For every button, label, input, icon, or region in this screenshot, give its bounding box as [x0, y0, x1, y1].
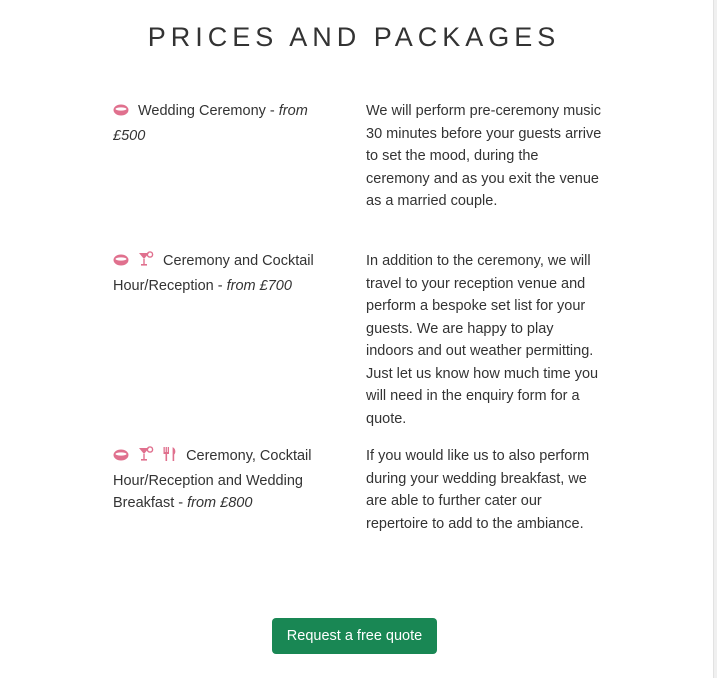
ring-icon	[113, 447, 129, 470]
ring-icon	[113, 102, 129, 125]
package-price: from £700	[226, 277, 292, 294]
ring-icon	[113, 252, 129, 275]
cocktail-icon	[138, 446, 154, 470]
cocktail-icon	[138, 251, 154, 275]
request-quote-button[interactable]: Request a free quote	[272, 618, 437, 654]
package-icons	[113, 446, 177, 470]
utensils-icon	[163, 446, 177, 470]
package-price: from £800	[187, 495, 253, 512]
scrollbar-track[interactable]	[713, 0, 717, 678]
package-title: Ceremony, Cocktail Hour/Reception and We…	[113, 445, 338, 515]
package-title: Wedding Ceremony - from £500	[113, 100, 338, 147]
package-title: Ceremony and Cocktail Hour/Reception - f…	[113, 250, 338, 297]
package-icons	[113, 102, 129, 125]
page-title: PRICES AND PACKAGES	[147, 22, 561, 52]
package-description: We will perform pre-ceremony music 30 mi…	[366, 103, 602, 209]
package-icons	[113, 251, 154, 275]
package-name: Wedding Ceremony -	[138, 103, 279, 119]
package-description: In addition to the ceremony, we will tra…	[366, 253, 599, 427]
package-description: If you would like us to also perform dur…	[366, 448, 590, 532]
